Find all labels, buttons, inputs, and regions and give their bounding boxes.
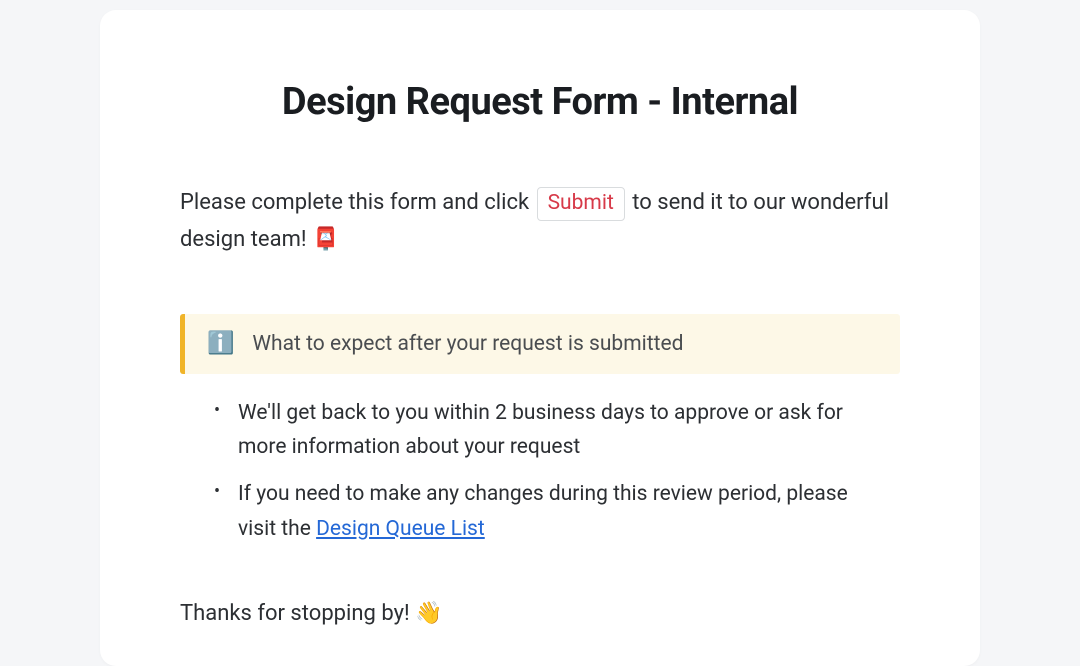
list-item: We'll get back to you within 2 business … xyxy=(210,396,890,465)
submit-chip: Submit xyxy=(537,187,625,221)
intro-text-before: Please complete this form and click xyxy=(180,190,535,215)
list-item-text: We'll get back to you within 2 business … xyxy=(238,401,843,460)
intro-paragraph: Please complete this form and click Subm… xyxy=(180,184,900,259)
expectations-list: We'll get back to you within 2 business … xyxy=(180,396,900,547)
design-queue-link[interactable]: Design Queue List xyxy=(316,517,485,541)
info-callout: ℹ️ What to expect after your request is … xyxy=(180,314,900,374)
list-item: If you need to make any changes during t… xyxy=(210,477,890,546)
form-card: Design Request Form - Internal Please co… xyxy=(100,10,980,666)
thanks-text: Thanks for stopping by! 👋 xyxy=(180,601,900,626)
page-title: Design Request Form - Internal xyxy=(180,80,900,124)
info-icon: ℹ️ xyxy=(207,333,234,355)
callout-text: What to expect after your request is sub… xyxy=(252,332,683,356)
